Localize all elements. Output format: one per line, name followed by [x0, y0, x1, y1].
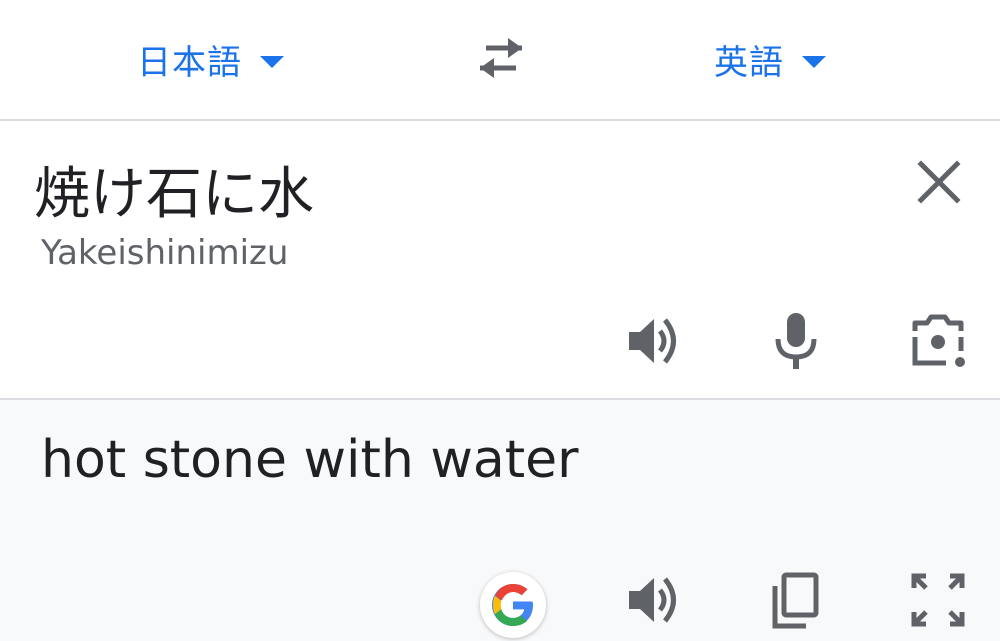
speaker-icon [629, 577, 676, 623]
fullscreen-icon [911, 573, 965, 627]
google-search-button[interactable] [480, 572, 546, 638]
target-language-selector[interactable]: 英語 [714, 36, 826, 83]
microphone-icon [775, 313, 817, 369]
romanization-text: Yakeishinimizu [41, 233, 289, 273]
translated-text: hot stone with water [41, 430, 579, 490]
output-panel: hot stone with water [0, 400, 1000, 641]
close-icon [917, 160, 961, 204]
voice-input-button[interactable] [766, 311, 826, 371]
source-text-input[interactable]: 焼け石に水 [34, 149, 314, 230]
camera-icon [912, 314, 965, 367]
google-logo-icon [492, 584, 533, 626]
source-language-label: 日本語 [137, 42, 242, 83]
listen-source-button[interactable] [624, 311, 684, 371]
fullscreen-button[interactable] [908, 570, 968, 630]
swap-languages-icon [480, 38, 522, 78]
caret-down-icon [802, 56, 826, 68]
listen-translation-button[interactable] [624, 570, 684, 630]
language-bar: 日本語 英語 [0, 0, 1000, 121]
copy-icon [772, 572, 819, 629]
copy-translation-button[interactable] [766, 570, 826, 630]
camera-input-button[interactable] [908, 311, 968, 371]
speaker-icon [629, 318, 676, 364]
swap-languages-button[interactable] [474, 36, 528, 82]
caret-down-icon [260, 56, 284, 68]
input-panel: 焼け石に水 Yakeishinimizu [0, 121, 1000, 400]
source-language-selector[interactable]: 日本語 [137, 36, 284, 83]
clear-button[interactable] [912, 155, 966, 209]
target-language-label: 英語 [714, 42, 784, 83]
